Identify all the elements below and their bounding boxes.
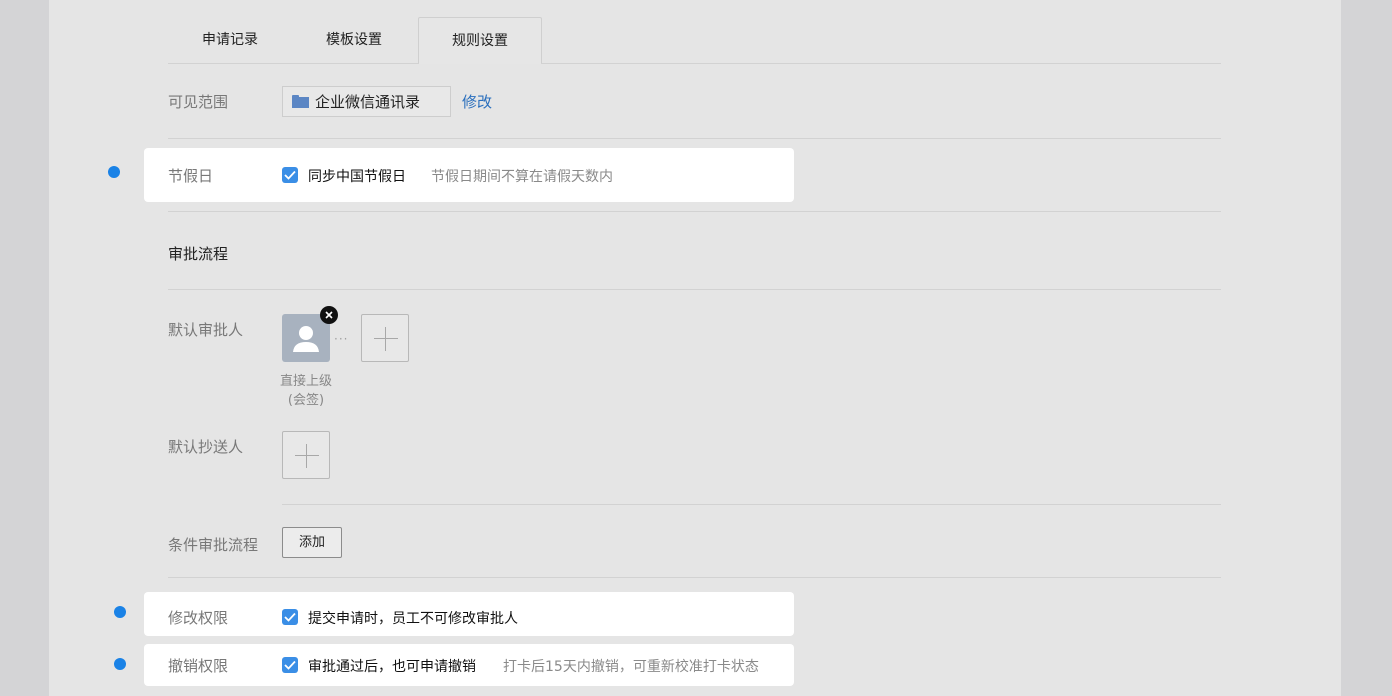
add-approver-button[interactable] <box>361 314 409 362</box>
holiday-checkbox-label: 同步中国节假日 <box>308 169 406 185</box>
revoke-permission-checkbox[interactable] <box>282 657 298 673</box>
holiday-hint: 节假日期间不算在请假天数内 <box>431 169 613 185</box>
check-icon <box>284 660 296 670</box>
tab-application-records[interactable]: 申请记录 <box>175 17 285 64</box>
add-condition-button[interactable]: 添加 <box>282 527 342 558</box>
visible-scope-label: 可见范围 <box>168 93 229 111</box>
default-approver-label: 默认审批人 <box>168 321 244 339</box>
tab-divider-right <box>541 63 1221 64</box>
check-icon <box>284 612 296 622</box>
remove-approver-icon[interactable] <box>320 306 338 324</box>
tab-bar: 申请记录 模板设置 规则设置 <box>49 0 1341 64</box>
folder-icon <box>292 95 309 108</box>
tab-template-settings[interactable]: 模板设置 <box>299 17 409 64</box>
approver-name-line2: (会签) <box>287 393 325 408</box>
default-cc-label: 默认抄送人 <box>168 438 244 456</box>
add-cc-button[interactable] <box>282 431 330 479</box>
revoke-permission-label: 撤销权限 <box>168 657 229 675</box>
holiday-checkbox[interactable] <box>282 167 298 183</box>
divider <box>168 577 1221 578</box>
modify-permission-label: 修改权限 <box>168 609 229 627</box>
visible-scope-value: 企业微信通讯录 <box>315 93 421 111</box>
holiday-label: 节假日 <box>168 167 214 185</box>
divider <box>168 211 1221 212</box>
revoke-permission-checkbox-label: 审批通过后，也可申请撤销 <box>308 659 476 675</box>
highlight-dot <box>114 606 126 618</box>
divider <box>282 504 1221 505</box>
tab-rule-settings[interactable]: 规则设置 <box>418 17 542 64</box>
modify-permission-checkbox[interactable] <box>282 609 298 625</box>
tab-divider-left <box>168 63 419 64</box>
conditional-flow-label: 条件审批流程 <box>168 536 259 554</box>
edit-scope-link[interactable]: 修改 <box>462 91 492 112</box>
modify-permission-checkbox-label: 提交申请时，员工不可修改审批人 <box>308 611 518 627</box>
divider <box>168 138 1221 139</box>
rules-panel: 申请记录 模板设置 规则设置 可见范围 企业微信通讯录 修改 节假日 同步中国节… <box>49 0 1341 696</box>
highlight-dot <box>114 658 126 670</box>
revoke-permission-hint: 打卡后15天内撤销，可重新校准打卡状态 <box>503 659 759 675</box>
ellipsis-icon: ··· <box>334 332 349 346</box>
approver-name-line1: 直接上级 <box>279 374 332 389</box>
divider <box>168 289 1221 290</box>
approver-name: 直接上级 (会签) <box>270 372 342 410</box>
visible-scope-field: 企业微信通讯录 <box>282 86 451 117</box>
check-icon <box>284 170 296 180</box>
approval-flow-title: 审批流程 <box>168 245 229 263</box>
highlight-dot <box>108 166 120 178</box>
